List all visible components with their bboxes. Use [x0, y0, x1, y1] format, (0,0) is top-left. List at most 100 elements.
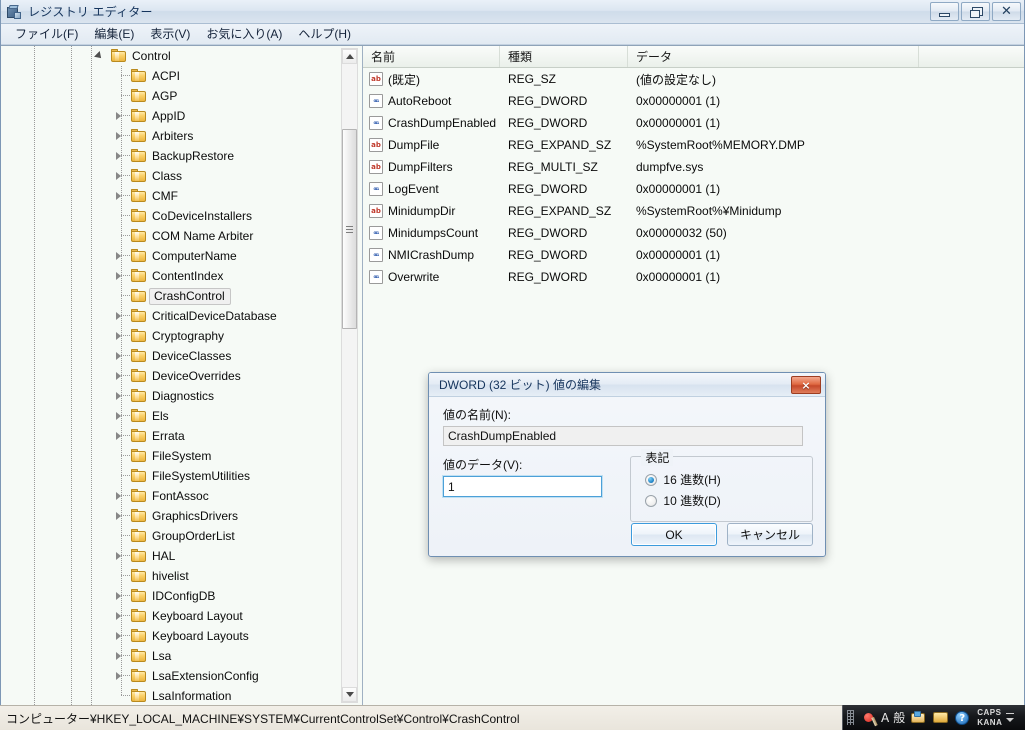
ok-button[interactable]: OK — [631, 523, 717, 546]
restore-button[interactable] — [961, 2, 990, 21]
tree-item-grouporderlist[interactable]: GroupOrderList — [1, 526, 336, 546]
help-icon[interactable]: ? — [952, 708, 972, 728]
tree-item-class[interactable]: Class — [1, 166, 336, 186]
tree-item-cryptography[interactable]: Cryptography — [1, 326, 336, 346]
tree-item-diagnostics[interactable]: Diagnostics — [1, 386, 336, 406]
tree-item-computername[interactable]: ComputerName — [1, 246, 336, 266]
tree-item-codeviceinstallers[interactable]: CoDeviceInstallers — [1, 206, 336, 226]
tree-item-crashcontrol[interactable]: CrashControl — [1, 286, 336, 306]
drag-handle-icon[interactable] — [847, 710, 854, 725]
dialog-close-button[interactable]: × — [791, 376, 821, 394]
tree-vertical-scrollbar[interactable] — [341, 48, 358, 703]
registry-tree-pane[interactable]: Control ACPI AGP AppID Arbiters BackupRestore… — [1, 46, 363, 705]
tree-item-control[interactable]: Control — [1, 46, 336, 66]
minimize-bar-icon[interactable] — [1006, 713, 1015, 714]
input-mode-kanji-label[interactable]: 般 — [893, 709, 905, 726]
table-row[interactable]: ₀₁₁ MinidumpsCount REG_DWORD 0x00000032 (50… — [363, 222, 1024, 244]
tree-item-agp[interactable]: AGP — [1, 86, 336, 106]
tree-expander[interactable] — [91, 46, 111, 66]
chevron-right-icon[interactable] — [116, 552, 121, 560]
table-row[interactable]: ₀₁₁ NMICrashDump REG_DWORD 0x00000001 (1) — [363, 244, 1024, 266]
menu-item-favorites[interactable]: お気に入り(A) — [198, 23, 290, 45]
tree-expander[interactable] — [111, 486, 131, 506]
tree-expander[interactable] — [111, 426, 131, 446]
scroll-up-button[interactable] — [342, 49, 357, 64]
ime-language-bar[interactable]: A 般 ? CAPS KANA — [842, 705, 1025, 730]
tree-expander[interactable] — [111, 346, 131, 366]
tree-item-arbiters[interactable]: Arbiters — [1, 126, 336, 146]
tree-item-lsa[interactable]: Lsa — [1, 646, 336, 666]
tree-expander[interactable] — [111, 646, 131, 666]
tree-item-backuprestore[interactable]: BackupRestore — [1, 146, 336, 166]
radio-decimal-icon[interactable] — [645, 494, 658, 507]
chevron-down-icon[interactable] — [94, 51, 104, 61]
tree-expander[interactable] — [111, 126, 131, 146]
chevron-right-icon[interactable] — [116, 632, 121, 640]
tree-expander[interactable] — [111, 306, 131, 326]
tree-item-appid[interactable]: AppID — [1, 106, 336, 126]
dialog-title-bar[interactable]: DWORD (32 ビット) 値の編集 × — [429, 373, 825, 397]
tree-expander[interactable] — [111, 366, 131, 386]
tree-item-criticaldevicedatabase[interactable]: CriticalDeviceDatabase — [1, 306, 336, 326]
tree-expander[interactable] — [111, 266, 131, 286]
tree-expander[interactable] — [111, 166, 131, 186]
tree-item-deviceclasses[interactable]: DeviceClasses — [1, 346, 336, 366]
input-mode-a-label[interactable]: A — [881, 711, 889, 725]
chevron-right-icon[interactable] — [116, 372, 121, 380]
menu-item-edit[interactable]: 編集(E) — [86, 23, 142, 45]
tree-expander[interactable] — [111, 106, 131, 126]
tree-item-lsaextensionconfig[interactable]: LsaExtensionConfig — [1, 666, 336, 686]
menu-item-file[interactable]: ファイル(F) — [7, 23, 86, 45]
tree-expander[interactable] — [111, 546, 131, 566]
column-header-type[interactable]: 種類 — [500, 46, 628, 67]
tree-expander[interactable] — [111, 506, 131, 526]
scroll-down-button[interactable] — [342, 687, 357, 702]
table-row[interactable]: ab (既定) REG_SZ (値の設定なし) — [363, 68, 1024, 90]
chevron-right-icon[interactable] — [116, 272, 121, 280]
chevron-right-icon[interactable] — [116, 312, 121, 320]
tree-item-hivelist[interactable]: hivelist — [1, 566, 336, 586]
table-row[interactable]: ab DumpFile REG_EXPAND_SZ %SystemRoot%MEMOR… — [363, 134, 1024, 156]
tree-expander[interactable] — [111, 586, 131, 606]
minimize-button[interactable] — [930, 2, 959, 21]
chevron-right-icon[interactable] — [116, 152, 121, 160]
tree-item-deviceoverrides[interactable]: DeviceOverrides — [1, 366, 336, 386]
table-row[interactable]: ab MinidumpDir REG_EXPAND_SZ %SystemRoot%¥M… — [363, 200, 1024, 222]
table-row[interactable]: ₀₁₁ CrashDumpEnabled REG_DWORD 0x00000001 (… — [363, 112, 1024, 134]
cancel-button[interactable]: キャンセル — [727, 523, 813, 546]
value-data-input[interactable]: 1 — [442, 475, 603, 498]
table-row[interactable]: ab DumpFilters REG_MULTI_SZ dumpfve.sys — [363, 156, 1024, 178]
radio-option-hexadecimal[interactable]: 16 進数(H) — [645, 469, 812, 490]
tree-expander[interactable] — [111, 146, 131, 166]
chevron-right-icon[interactable] — [116, 252, 121, 260]
tree-item-errata[interactable]: Errata — [1, 426, 336, 446]
chevron-right-icon[interactable] — [116, 392, 121, 400]
title-bar[interactable]: レジストリ エディター ✕ — [1, 0, 1024, 24]
tree-item-lsainformation[interactable]: LsaInformation — [1, 686, 336, 705]
scrollbar-thumb[interactable] — [342, 129, 357, 329]
tree-expander[interactable] — [111, 406, 131, 426]
chevron-right-icon[interactable] — [116, 412, 121, 420]
tree-item-filesystem[interactable]: FileSystem — [1, 446, 336, 466]
tree-item-cmf[interactable]: CMF — [1, 186, 336, 206]
chevron-right-icon[interactable] — [116, 112, 121, 120]
table-row[interactable]: ₀₁₁ Overwrite REG_DWORD 0x00000001 (1) — [363, 266, 1024, 288]
tree-item-els[interactable]: Els — [1, 406, 336, 426]
conversion-mode-icon[interactable] — [908, 708, 928, 728]
table-row[interactable]: ₀₁₁ AutoReboot REG_DWORD 0x00000001 (1) — [363, 90, 1024, 112]
tree-item-graphicsdrivers[interactable]: GraphicsDrivers — [1, 506, 336, 526]
radio-option-decimal[interactable]: 10 進数(D) — [645, 490, 812, 511]
tree-item-keyboard-layouts[interactable]: Keyboard Layouts — [1, 626, 336, 646]
tree-item-keyboard-layout[interactable]: Keyboard Layout — [1, 606, 336, 626]
chevron-right-icon[interactable] — [116, 332, 121, 340]
chevron-right-icon[interactable] — [116, 352, 121, 360]
chevron-right-icon[interactable] — [116, 612, 121, 620]
tree-expander[interactable] — [111, 666, 131, 686]
chevron-right-icon[interactable] — [116, 672, 121, 680]
table-row[interactable]: ₀₁₁ LogEvent REG_DWORD 0x00000001 (1) — [363, 178, 1024, 200]
tree-item-hal[interactable]: HAL — [1, 546, 336, 566]
tree-expander[interactable] — [111, 386, 131, 406]
tree-expander[interactable] — [111, 246, 131, 266]
chevron-right-icon[interactable] — [116, 512, 121, 520]
value-name-input[interactable]: CrashDumpEnabled — [443, 426, 803, 446]
